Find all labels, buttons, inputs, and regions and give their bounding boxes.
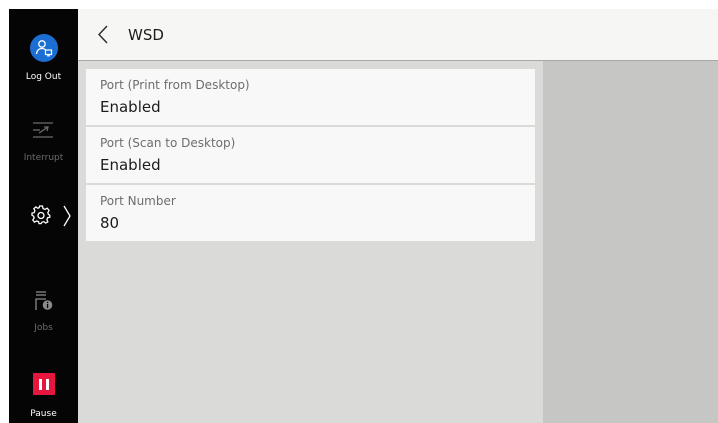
setting-print-port[interactable]: Port (Print from Desktop) Enabled	[86, 69, 535, 125]
gear-icon[interactable]	[31, 205, 51, 225]
chevron-right-icon[interactable]	[62, 204, 72, 228]
interrupt-label[interactable]: Interrupt	[9, 153, 78, 164]
pause-icon	[39, 379, 42, 390]
pause-icon-bar	[46, 379, 49, 390]
user-logout-icon	[35, 40, 53, 57]
logout-button[interactable]	[30, 34, 58, 62]
setting-scan-port[interactable]: Port (Scan to Desktop) Enabled	[86, 127, 535, 183]
interrupt-icon[interactable]	[31, 120, 55, 140]
chevron-left-icon	[98, 25, 108, 44]
setting-port-number[interactable]: Port Number 80	[86, 185, 535, 241]
setting-value: Enabled	[100, 156, 161, 174]
jobs-icon[interactable]	[34, 290, 54, 312]
header-bar: WSD	[78, 9, 718, 61]
pause-button[interactable]	[33, 373, 55, 395]
setting-label: Port Number	[100, 194, 176, 208]
printer-panel: Log Out Interrupt Jobs Pause WSD Port (P…	[9, 9, 718, 423]
setting-value: Enabled	[100, 98, 161, 116]
setting-label: Port (Scan to Desktop)	[100, 136, 236, 150]
pause-label[interactable]: Pause	[9, 409, 78, 420]
page-title: WSD	[128, 26, 164, 44]
setting-value: 80	[100, 214, 120, 232]
setting-label: Port (Print from Desktop)	[100, 78, 250, 92]
detail-panel	[543, 61, 718, 423]
back-button[interactable]	[92, 20, 120, 50]
side-rail: Log Out Interrupt Jobs Pause	[9, 9, 78, 423]
jobs-label[interactable]: Jobs	[9, 323, 78, 334]
logout-label[interactable]: Log Out	[9, 72, 78, 83]
settings-list: Port (Print from Desktop) Enabled Port (…	[78, 61, 543, 423]
